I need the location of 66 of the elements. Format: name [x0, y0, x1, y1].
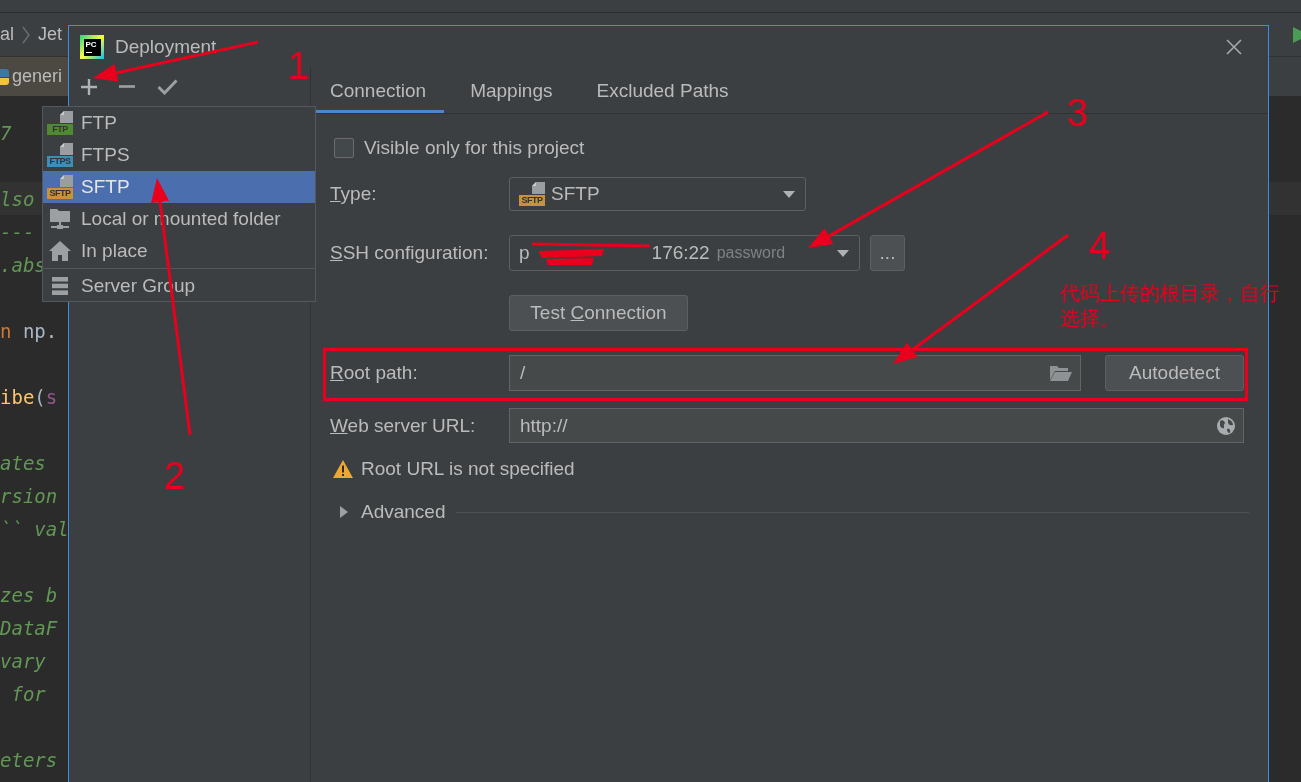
- field-label: Web server URL:: [330, 414, 476, 436]
- menu-item[interactable]: FTPS FTPS: [43, 139, 315, 171]
- annotation-number: 1: [288, 47, 310, 85]
- code-line: ---: [0, 219, 35, 245]
- code-line: `` val: [0, 516, 69, 542]
- disclosure-triangle-icon[interactable]: [340, 506, 348, 518]
- checkbox-label[interactable]: Visible only for this project: [364, 137, 585, 159]
- test-connection-button[interactable]: Test Connection: [509, 295, 688, 331]
- code-line: 7: [0, 120, 12, 146]
- code-line: eters: [0, 747, 58, 773]
- breadcrumb-item[interactable]: Jet: [38, 24, 63, 45]
- web-server-url-field[interactable]: http://: [509, 408, 1244, 443]
- close-icon[interactable]: [1226, 39, 1242, 55]
- protocol-badge: SFTP: [519, 195, 545, 206]
- code-line: zes b: [0, 582, 58, 608]
- file-stack-icon: [58, 175, 73, 187]
- protocol-badge: SFTP: [47, 188, 73, 199]
- ssh-configuration-dropdown[interactable]: p 176:22 password: [509, 235, 860, 271]
- breadcrumb-item[interactable]: al: [0, 24, 14, 45]
- annotation-number: 3: [1067, 94, 1089, 132]
- file-stack-icon: [58, 143, 73, 155]
- app-logo: PC: [80, 35, 104, 59]
- tab[interactable]: Connection: [316, 68, 445, 113]
- code-line: ibe(s: [0, 384, 58, 410]
- file-stack-icon: [530, 182, 545, 194]
- code-line: ates: [0, 450, 46, 476]
- code-line: vary: [0, 648, 46, 674]
- root-path-field[interactable]: /: [509, 355, 1081, 391]
- code-line: DataF: [0, 615, 58, 641]
- check-icon[interactable]: [157, 78, 178, 95]
- python-file-icon: [0, 66, 9, 87]
- warning-message: Root URL is not specified: [361, 458, 575, 480]
- menu-item[interactable]: In place: [43, 235, 315, 267]
- menu-item[interactable]: SFTP SFTP: [43, 171, 315, 203]
- network-folder-icon: [49, 208, 71, 230]
- run-icon[interactable]: [1293, 26, 1301, 43]
- annotation-number: 4: [1089, 227, 1111, 265]
- caret-down-icon: [837, 249, 849, 257]
- caret-down-icon: [783, 190, 795, 198]
- section-title[interactable]: Advanced: [361, 501, 446, 523]
- protocol-badge: FTPS: [47, 156, 73, 167]
- code-line: n np.: [0, 318, 58, 344]
- browse-button[interactable]: ...: [870, 235, 905, 271]
- file-stack-icon: [58, 111, 73, 123]
- chevron-right-icon: [22, 25, 30, 44]
- editor-tab[interactable]: generi: [0, 57, 68, 96]
- tab[interactable]: Excluded Paths: [582, 68, 747, 113]
- home-icon: [49, 241, 71, 261]
- globe-icon[interactable]: [1217, 416, 1235, 435]
- autodetect-button[interactable]: Autodetect: [1105, 355, 1244, 391]
- code-line: for: [10, 681, 46, 707]
- folder-icon[interactable]: [1050, 365, 1072, 381]
- field-label: Root path:: [330, 362, 418, 383]
- field-label: Type:: [330, 183, 377, 204]
- menu-item[interactable]: FTP FTP: [43, 107, 315, 139]
- add-icon[interactable]: [81, 78, 97, 95]
- warning-icon: [333, 460, 353, 478]
- annotation-number: 2: [164, 457, 186, 495]
- server-stack-icon: [52, 277, 68, 295]
- checkbox[interactable]: [334, 138, 354, 158]
- code-line: rsion: [0, 483, 58, 509]
- protocol-badge: FTP: [47, 124, 73, 135]
- tab[interactable]: Mappings: [456, 68, 571, 113]
- type-dropdown[interactable]: SFTP SFTP: [509, 177, 806, 211]
- dialog-title: Deployment: [115, 36, 217, 58]
- field-label: SSH configuration:: [330, 242, 489, 263]
